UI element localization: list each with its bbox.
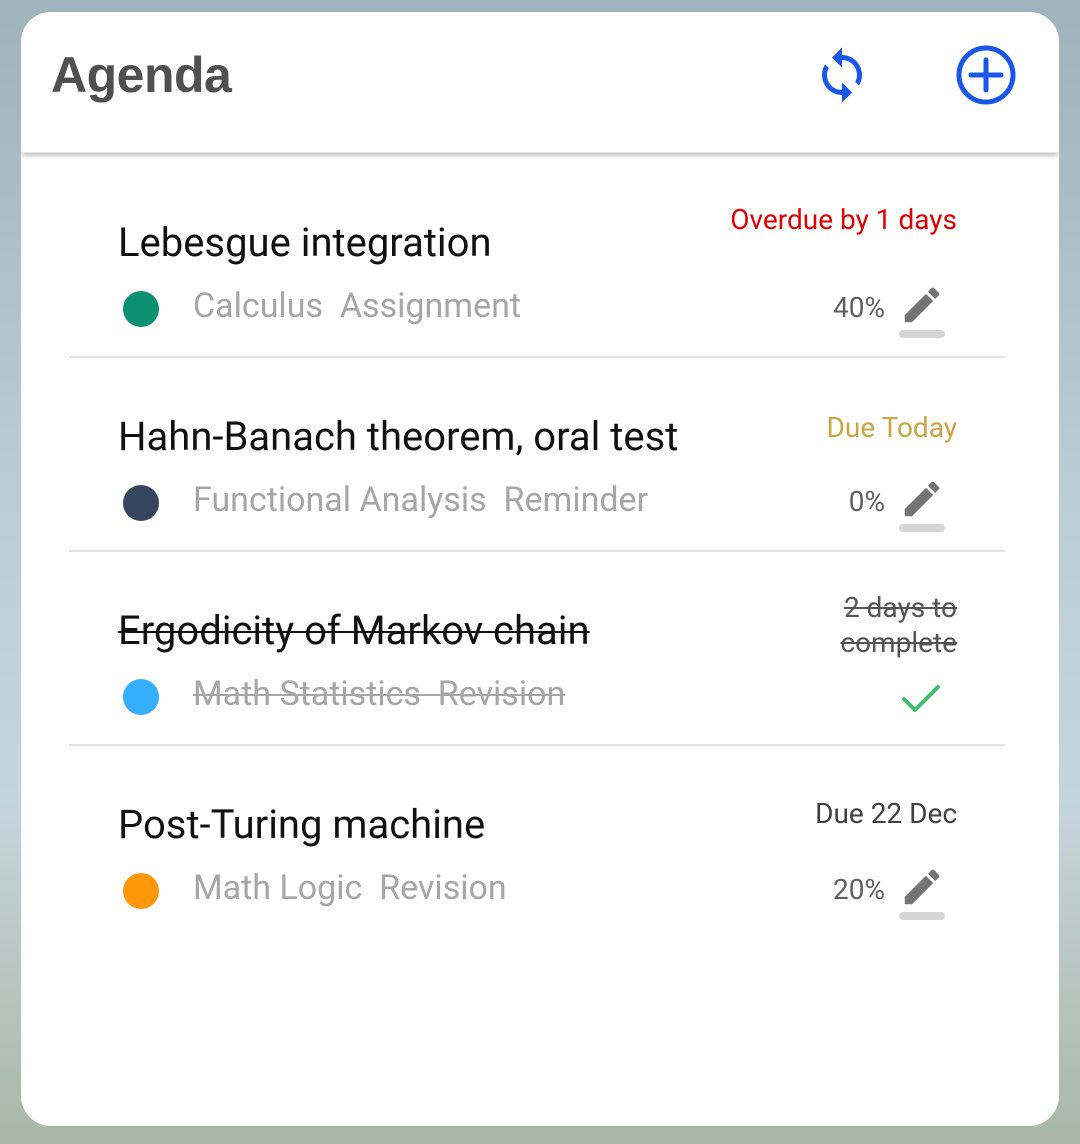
item-subtitle: Math Logic Revision [193,868,507,908]
progress-underline [899,912,945,920]
widget-title: Agenda [51,47,232,103]
due-status: 2 days to complete [840,591,957,659]
item-subtitle: Math Statistics Revision [193,674,566,714]
pencil-icon [904,481,940,517]
course-color-dot [123,485,159,521]
progress-underline [899,330,945,338]
add-button[interactable] [949,38,1023,112]
pencil-icon [904,287,940,323]
pencil-icon [904,869,940,905]
list-item[interactable]: Hahn-Banach theorem, oral test Functiona… [21,358,1059,552]
list-item[interactable]: Lebesgue integration Calculus Assignment… [21,164,1059,358]
refresh-icon [822,47,862,103]
item-title: Ergodicity of Markov chain [118,607,590,654]
refresh-button[interactable] [805,38,879,112]
due-status: Overdue by 1 days [730,203,957,236]
item-title: Hahn-Banach theorem, oral test [118,413,679,460]
edit-progress-button[interactable] [897,864,947,920]
list-item[interactable]: Ergodicity of Markov chain Math Statisti… [21,552,1059,746]
edit-progress-button[interactable] [897,476,947,532]
due-status: Due 22 Dec [815,797,957,830]
progress-underline [899,524,945,532]
item-subtitle: Calculus Assignment [193,286,522,326]
course-color-dot [123,291,159,327]
item-title: Lebesgue integration [118,219,492,266]
progress-percent: 0% [848,485,885,518]
item-subtitle: Functional Analysis Reminder [193,480,649,520]
widget-header: Agenda [21,12,1059,153]
progress-percent: 20% [833,873,885,906]
checkmark-icon [902,685,940,712]
agenda-widget: Agenda Lebesgue integration Calculus Ass… [21,12,1059,1126]
list-item[interactable]: Post-Turing machine Math Logic Revision … [21,746,1059,940]
add-circle-icon [956,45,1016,105]
course-color-dot [123,679,159,715]
agenda-list: Lebesgue integration Calculus Assignment… [21,164,1059,940]
course-color-dot [123,873,159,909]
progress-percent: 40% [833,291,885,324]
item-title: Post-Turing machine [118,801,486,848]
due-status: Due Today [826,411,957,444]
edit-progress-button[interactable] [897,282,947,338]
